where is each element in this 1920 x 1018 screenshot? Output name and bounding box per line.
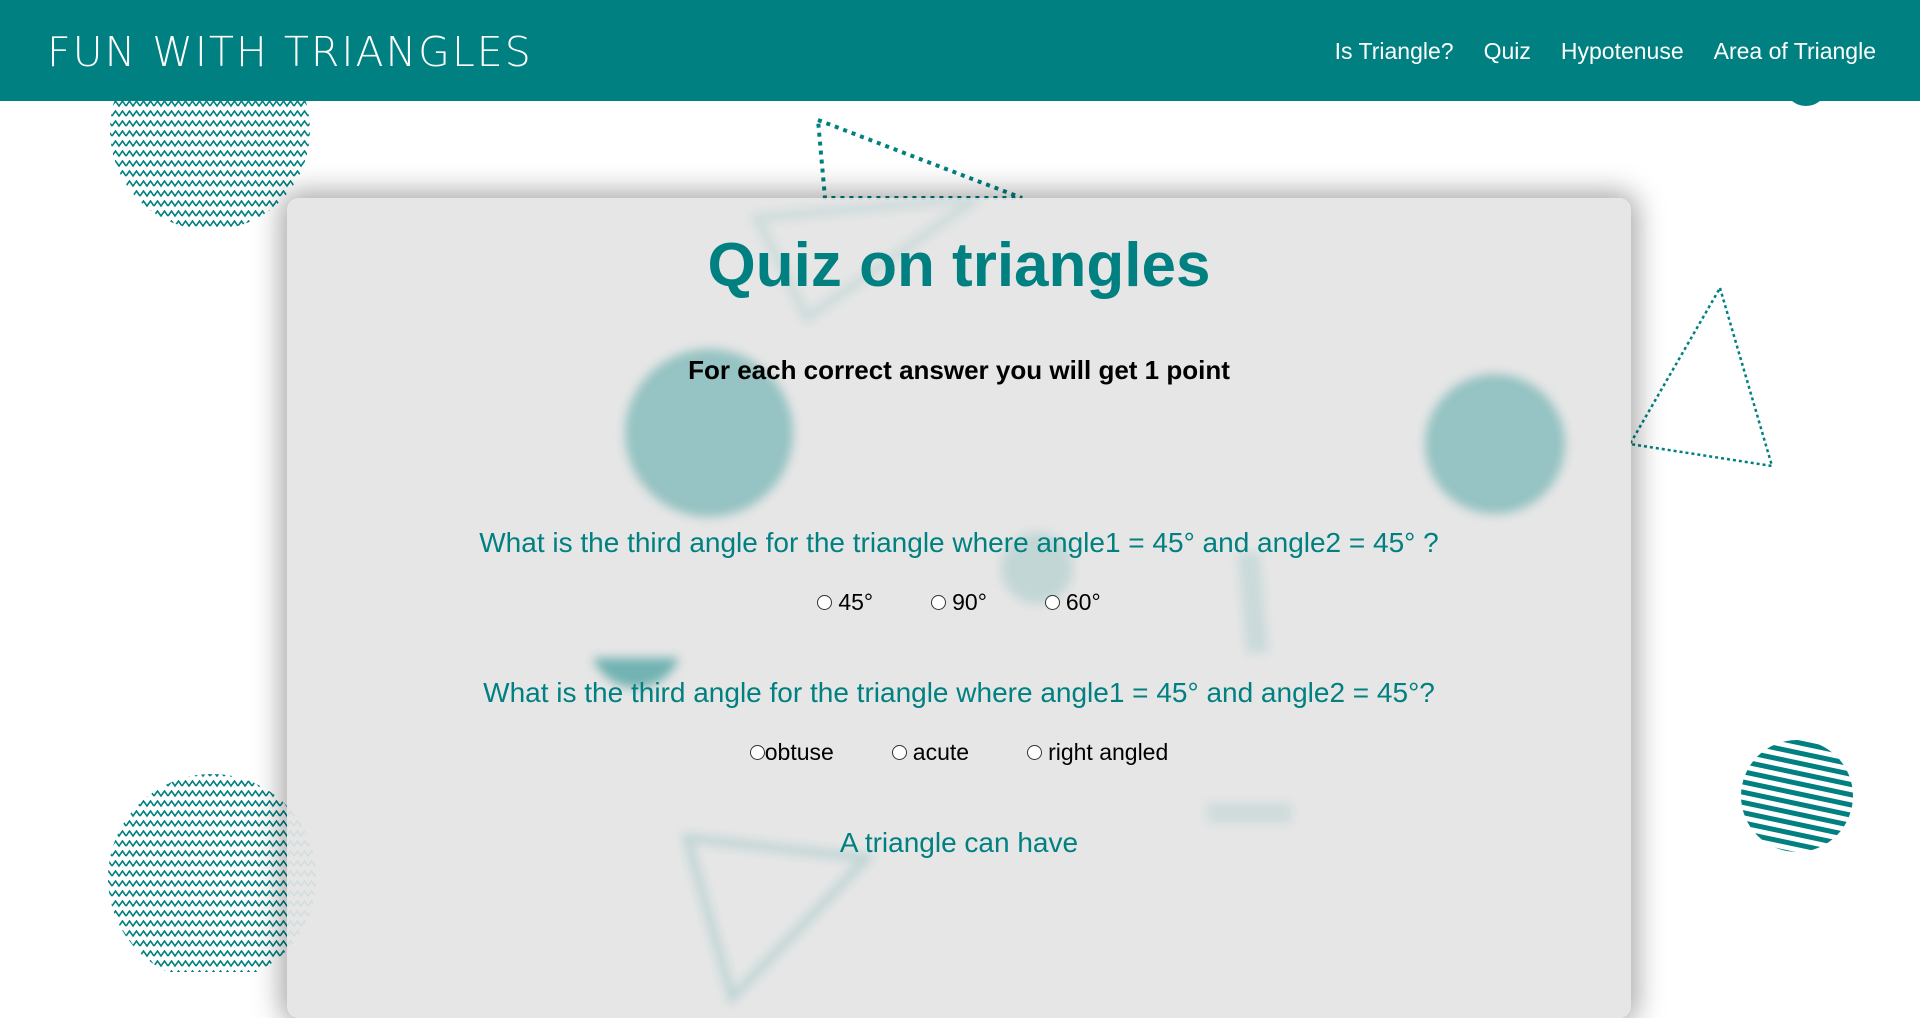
question-2: What is the third angle for the triangle… xyxy=(287,616,1631,766)
radio-button[interactable] xyxy=(817,594,833,610)
quiz-subtitle: For each correct answer you will get 1 p… xyxy=(688,355,1230,385)
nav-link-area-of-triangle[interactable]: Area of Triangle xyxy=(1714,36,1876,66)
dotted-triangle-right xyxy=(1628,284,1774,468)
striped-circle-right xyxy=(1741,740,1853,852)
question-3-text: A triangle can have xyxy=(839,827,1079,858)
question-2-option-obtuse[interactable]: obtuse xyxy=(749,738,834,766)
nav-link-hypotenuse[interactable]: Hypotenuse xyxy=(1561,36,1684,66)
radio-button[interactable] xyxy=(1044,594,1060,610)
question-1-options: 45° 90° 60° xyxy=(287,588,1631,616)
radio-button[interactable] xyxy=(749,744,765,760)
question-1-option-60[interactable]: 60° xyxy=(1044,588,1101,616)
radio-button[interactable] xyxy=(931,594,947,610)
option-label: obtuse xyxy=(764,739,834,765)
question-2-text: What is the third angle for the triangle… xyxy=(483,677,1435,708)
quiz-card: Quiz on triangles For each correct answe… xyxy=(287,198,1631,1018)
question-3: A triangle can have xyxy=(287,766,1631,860)
option-label: 45° xyxy=(838,589,874,615)
option-label: right angled xyxy=(1048,739,1169,765)
radio-button[interactable] xyxy=(1027,744,1043,760)
zigzag-circle-bottom-left xyxy=(108,774,316,972)
radio-button[interactable] xyxy=(891,744,907,760)
question-1-option-45[interactable]: 45° xyxy=(817,588,873,616)
option-label: 90° xyxy=(952,589,987,615)
question-2-options: obtuse acute right angled xyxy=(287,738,1631,766)
dotted-triangle-top xyxy=(815,116,1023,200)
quiz-content: Quiz on triangles For each correct answe… xyxy=(287,198,1631,860)
question-2-option-acute[interactable]: acute xyxy=(891,738,970,766)
nav-link-quiz[interactable]: Quiz xyxy=(1484,36,1531,66)
navbar: FUN WITH TRIANGLES Is Triangle? Quiz Hyp… xyxy=(0,0,1920,101)
question-1-option-90[interactable]: 90° xyxy=(931,588,987,616)
option-label: 60° xyxy=(1065,589,1101,615)
question-1: What is the third angle for the triangle… xyxy=(287,386,1631,616)
nav-link-is-triangle[interactable]: Is Triangle? xyxy=(1335,36,1454,66)
site-logo[interactable]: FUN WITH TRIANGLES xyxy=(47,28,533,76)
question-1-text: What is the third angle for the triangle… xyxy=(479,527,1439,558)
quiz-title: Quiz on triangles xyxy=(707,231,1211,300)
question-2-option-right-angled[interactable]: right angled xyxy=(1027,738,1168,766)
nav-links: Is Triangle? Quiz Hypotenuse Area of Tri… xyxy=(1335,36,1876,66)
option-label: acute xyxy=(912,739,970,765)
